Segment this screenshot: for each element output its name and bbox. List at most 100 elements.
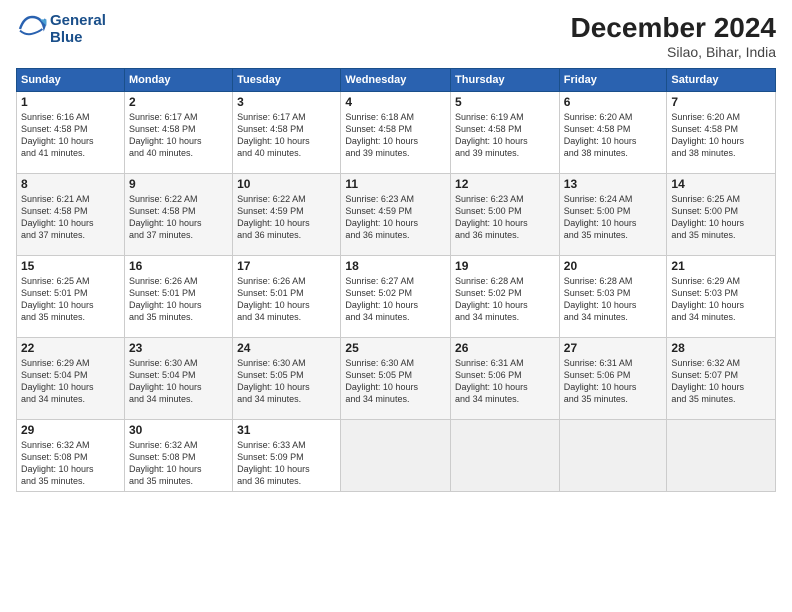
table-row: [559, 420, 667, 492]
day-number: 22: [21, 341, 120, 355]
day-info: Sunrise: 6:28 AM Sunset: 5:02 PM Dayligh…: [455, 275, 555, 324]
day-number: 30: [129, 423, 228, 437]
day-number: 20: [564, 259, 663, 273]
day-number: 10: [237, 177, 336, 191]
day-info: Sunrise: 6:31 AM Sunset: 5:06 PM Dayligh…: [455, 357, 555, 406]
header: General Blue December 2024 Silao, Bihar,…: [16, 12, 776, 60]
calendar: Sunday Monday Tuesday Wednesday Thursday…: [16, 68, 776, 492]
day-number: 24: [237, 341, 336, 355]
table-row: 22 Sunrise: 6:29 AM Sunset: 5:04 PM Dayli…: [17, 338, 125, 420]
table-row: 17 Sunrise: 6:26 AM Sunset: 5:01 PM Dayli…: [233, 256, 341, 338]
month-title: December 2024: [571, 12, 776, 44]
table-row: 18Sunrise: 6:27 AM Sunset: 5:02 PM Dayli…: [341, 256, 451, 338]
day-number: 29: [21, 423, 120, 437]
day-info: Sunrise: 6:32 AM Sunset: 5:08 PM Dayligh…: [21, 439, 120, 488]
day-info: Sunrise: 6:28 AM Sunset: 5:03 PM Dayligh…: [564, 275, 663, 324]
day-info: Sunrise: 6:25 AM Sunset: 5:01 PM Dayligh…: [21, 275, 120, 324]
table-row: 13Sunrise: 6:24 AM Sunset: 5:00 PM Dayli…: [559, 174, 667, 256]
day-info: Sunrise: 6:30 AM Sunset: 5:05 PM Dayligh…: [237, 357, 336, 406]
table-row: 23Sunrise: 6:30 AM Sunset: 5:04 PM Dayli…: [124, 338, 232, 420]
day-number: 15: [21, 259, 120, 273]
day-number: 26: [455, 341, 555, 355]
table-row: 8 Sunrise: 6:21 AM Sunset: 4:58 PM Daylig…: [17, 174, 125, 256]
table-row: 19 Sunrise: 6:28 AM Sunset: 5:02 PM Dayli…: [451, 256, 560, 338]
table-row: 9 Sunrise: 6:22 AM Sunset: 4:58 PM Daylig…: [124, 174, 232, 256]
day-number: 14: [671, 177, 771, 191]
day-number: 7: [671, 95, 771, 109]
calendar-week-row: 22 Sunrise: 6:29 AM Sunset: 5:04 PM Dayli…: [17, 338, 776, 420]
table-row: 6 Sunrise: 6:20 AM Sunset: 4:58 PM Daylig…: [559, 92, 667, 174]
col-header-wednesday: Wednesday: [341, 69, 451, 92]
table-row: 24 Sunrise: 6:30 AM Sunset: 5:05 PM Dayli…: [233, 338, 341, 420]
day-number: 19: [455, 259, 555, 273]
day-number: 8: [21, 177, 120, 191]
table-row: 7 Sunrise: 6:20 AM Sunset: 4:58 PM Daylig…: [667, 92, 776, 174]
title-area: December 2024 Silao, Bihar, India: [571, 12, 776, 60]
table-row: 14 Sunrise: 6:25 AM Sunset: 5:00 PM Dayli…: [667, 174, 776, 256]
day-info: Sunrise: 6:20 AM Sunset: 4:58 PM Dayligh…: [671, 111, 771, 160]
table-row: 3 Sunrise: 6:17 AM Sunset: 4:58 PM Daylig…: [233, 92, 341, 174]
day-info: Sunrise: 6:25 AM Sunset: 5:00 PM Dayligh…: [671, 193, 771, 242]
day-info: Sunrise: 6:32 AM Sunset: 5:08 PM Dayligh…: [129, 439, 228, 488]
day-number: 4: [345, 95, 446, 109]
table-row: [451, 420, 560, 492]
col-header-saturday: Saturday: [667, 69, 776, 92]
day-info: Sunrise: 6:22 AM Sunset: 4:59 PM Dayligh…: [237, 193, 336, 242]
day-info: Sunrise: 6:26 AM Sunset: 5:01 PM Dayligh…: [129, 275, 228, 324]
day-number: 5: [455, 95, 555, 109]
table-row: [667, 420, 776, 492]
day-number: 2: [129, 95, 228, 109]
day-number: 23: [129, 341, 228, 355]
table-row: 16 Sunrise: 6:26 AM Sunset: 5:01 PM Dayli…: [124, 256, 232, 338]
logo-icon: [16, 13, 48, 45]
table-row: 1Sunrise: 6:16 AM Sunset: 4:58 PM Daylig…: [17, 92, 125, 174]
table-row: 30 Sunrise: 6:32 AM Sunset: 5:08 PM Dayli…: [124, 420, 232, 492]
table-row: 26 Sunrise: 6:31 AM Sunset: 5:06 PM Dayli…: [451, 338, 560, 420]
day-info: Sunrise: 6:17 AM Sunset: 4:58 PM Dayligh…: [129, 111, 228, 160]
day-info: Sunrise: 6:19 AM Sunset: 4:58 PM Dayligh…: [455, 111, 555, 160]
day-number: 17: [237, 259, 336, 273]
day-info: Sunrise: 6:29 AM Sunset: 5:04 PM Dayligh…: [21, 357, 120, 406]
calendar-week-row: 8 Sunrise: 6:21 AM Sunset: 4:58 PM Daylig…: [17, 174, 776, 256]
day-number: 25: [345, 341, 446, 355]
table-row: 12 Sunrise: 6:23 AM Sunset: 5:00 PM Dayli…: [451, 174, 560, 256]
day-info: Sunrise: 6:31 AM Sunset: 5:06 PM Dayligh…: [564, 357, 663, 406]
day-number: 18: [345, 259, 446, 273]
day-info: Sunrise: 6:22 AM Sunset: 4:58 PM Dayligh…: [129, 193, 228, 242]
col-header-thursday: Thursday: [451, 69, 560, 92]
table-row: 27 Sunrise: 6:31 AM Sunset: 5:06 PM Dayli…: [559, 338, 667, 420]
location: Silao, Bihar, India: [571, 44, 776, 60]
day-info: Sunrise: 6:23 AM Sunset: 5:00 PM Dayligh…: [455, 193, 555, 242]
table-row: 4Sunrise: 6:18 AM Sunset: 4:58 PM Daylig…: [341, 92, 451, 174]
day-info: Sunrise: 6:17 AM Sunset: 4:58 PM Dayligh…: [237, 111, 336, 160]
day-info: Sunrise: 6:30 AM Sunset: 5:05 PM Dayligh…: [345, 357, 446, 406]
day-number: 11: [345, 177, 446, 191]
calendar-header-row: Sunday Monday Tuesday Wednesday Thursday…: [17, 69, 776, 92]
day-number: 3: [237, 95, 336, 109]
col-header-sunday: Sunday: [17, 69, 125, 92]
day-number: 13: [564, 177, 663, 191]
table-row: 10 Sunrise: 6:22 AM Sunset: 4:59 PM Dayli…: [233, 174, 341, 256]
logo: General Blue: [16, 12, 106, 46]
day-number: 12: [455, 177, 555, 191]
logo-text: General Blue: [50, 12, 106, 46]
table-row: 2 Sunrise: 6:17 AM Sunset: 4:58 PM Daylig…: [124, 92, 232, 174]
table-row: 21Sunrise: 6:29 AM Sunset: 5:03 PM Dayli…: [667, 256, 776, 338]
day-number: 6: [564, 95, 663, 109]
calendar-week-row: 1Sunrise: 6:16 AM Sunset: 4:58 PM Daylig…: [17, 92, 776, 174]
day-number: 31: [237, 423, 336, 437]
calendar-week-row: 15 Sunrise: 6:25 AM Sunset: 5:01 PM Dayli…: [17, 256, 776, 338]
day-number: 28: [671, 341, 771, 355]
day-info: Sunrise: 6:20 AM Sunset: 4:58 PM Dayligh…: [564, 111, 663, 160]
day-number: 9: [129, 177, 228, 191]
table-row: 15 Sunrise: 6:25 AM Sunset: 5:01 PM Dayli…: [17, 256, 125, 338]
day-info: Sunrise: 6:16 AM Sunset: 4:58 PM Dayligh…: [21, 111, 120, 160]
day-info: Sunrise: 6:29 AM Sunset: 5:03 PM Dayligh…: [671, 275, 771, 324]
table-row: 29 Sunrise: 6:32 AM Sunset: 5:08 PM Dayli…: [17, 420, 125, 492]
col-header-monday: Monday: [124, 69, 232, 92]
day-info: Sunrise: 6:26 AM Sunset: 5:01 PM Dayligh…: [237, 275, 336, 324]
day-number: 27: [564, 341, 663, 355]
day-number: 16: [129, 259, 228, 273]
day-info: Sunrise: 6:23 AM Sunset: 4:59 PM Dayligh…: [345, 193, 446, 242]
day-info: Sunrise: 6:21 AM Sunset: 4:58 PM Dayligh…: [21, 193, 120, 242]
